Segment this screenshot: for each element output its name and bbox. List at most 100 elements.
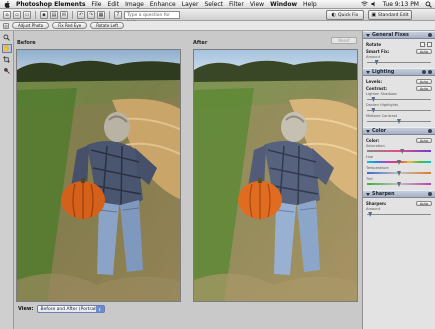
menubar-clock[interactable]: Tue 9:13 PM	[380, 1, 422, 8]
mail-icon[interactable]: ✉	[60, 10, 68, 19]
contrast-label: Contrast:	[366, 86, 388, 91]
temperature-slider[interactable]	[367, 171, 431, 176]
disclosure-triangle-icon	[366, 33, 370, 37]
smart-fix-amount-slider[interactable]	[367, 60, 431, 65]
lighting-body: Levels: Auto Contrast: Auto Lighten Shad…	[363, 76, 435, 127]
toolbar-separator	[109, 10, 110, 19]
palette-menu-icon[interactable]	[428, 33, 432, 37]
disclosure-triangle-icon	[366, 192, 370, 196]
help-icon[interactable]	[422, 70, 426, 74]
saturation-slider[interactable]	[367, 149, 431, 154]
general-fixes-title: General Fixes	[372, 32, 409, 38]
tool-preset-icon[interactable]: ◎	[3, 22, 9, 29]
view-selector-row: View: Before and After (Portrait) ⇕	[18, 305, 105, 313]
sharpen-label: Sharpen:	[366, 201, 387, 206]
menu-filter[interactable]: Filter	[226, 1, 247, 8]
menu-help[interactable]: Help	[300, 1, 320, 8]
options-bar: ◎ Adjust Photo Fix Red Eye Rotate Left	[0, 21, 435, 31]
disclosure-triangle-icon	[366, 70, 370, 74]
levels-label: Levels:	[366, 79, 382, 84]
menu-view[interactable]: View	[247, 1, 267, 8]
save-icon[interactable]: ▪	[40, 10, 48, 19]
color-title: Color	[372, 128, 387, 134]
color-body: Color: Auto Saturation Hue Temperature T…	[363, 135, 435, 190]
quick-fix-icon: ◐	[331, 12, 337, 18]
rotate-label: Rotate	[366, 42, 382, 47]
spotlight-icon[interactable]	[425, 1, 432, 8]
sharpen-header[interactable]: Sharpen	[363, 190, 435, 198]
before-photo[interactable]	[16, 49, 181, 302]
after-label: After	[193, 40, 208, 46]
select-arrows-icon: ⇕	[95, 306, 104, 312]
levels-auto-button[interactable]: Auto	[415, 79, 432, 84]
open-file-icon[interactable]: ▭	[23, 10, 31, 19]
menu-file[interactable]: File	[88, 1, 104, 8]
home-icon[interactable]: ⌂	[3, 10, 11, 19]
view-mode-select[interactable]: Before and After (Portrait) ⇕	[36, 305, 105, 313]
standard-edit-icon: ▣	[371, 12, 377, 18]
smart-fix-label: Smart Fix:	[366, 49, 390, 54]
quick-fix-workspace: Before After Reset View: Before and Afte…	[14, 31, 362, 329]
before-image	[17, 50, 180, 301]
print-icon[interactable]: ▤	[50, 10, 58, 19]
quick-fix-palette: General Fixes Rotate Smart Fix: Auto Amo…	[362, 31, 435, 329]
view-label: View:	[18, 306, 34, 312]
general-fixes-header[interactable]: General Fixes	[363, 31, 435, 39]
file-browser-icon[interactable]: ▦	[97, 10, 105, 19]
sharpen-auto-button[interactable]: Auto	[415, 201, 432, 206]
menu-window[interactable]: Window	[267, 1, 300, 8]
apple-icon[interactable]	[4, 0, 10, 8]
smart-fix-auto-button[interactable]: Auto	[415, 49, 432, 54]
redo-icon[interactable]: ↷	[87, 10, 95, 19]
view-mode-value: Before and After (Portrait)	[40, 306, 99, 312]
sharpen-amount-slider[interactable]	[367, 212, 431, 217]
tools-palette: ✋	[0, 31, 14, 329]
standard-edit-button[interactable]: ▣ Standard Edit	[368, 10, 412, 20]
zoom-tool-icon[interactable]	[2, 33, 12, 42]
palette-menu-icon[interactable]	[428, 70, 432, 74]
toolbar-separator	[35, 10, 36, 19]
fix-red-eye-button[interactable]: Fix Red Eye	[52, 22, 88, 29]
help-search-input[interactable]: Type a question for help	[124, 10, 180, 25]
help-icon[interactable]: ?	[114, 10, 122, 19]
tint-slider[interactable]	[367, 182, 431, 187]
disclosure-triangle-icon	[366, 129, 370, 133]
rotate-left-icon[interactable]	[420, 42, 425, 47]
lighting-header[interactable]: Lighting	[363, 68, 435, 76]
darken-highlights-slider[interactable]	[367, 108, 431, 113]
toolbar-separator	[72, 10, 73, 19]
volume-icon[interactable]	[371, 1, 377, 7]
contrast-auto-button[interactable]: Auto	[415, 86, 432, 91]
sharpen-title: Sharpen	[372, 191, 395, 197]
menubar-extras: Tue 9:13 PM	[360, 1, 435, 8]
rotate-right-icon[interactable]	[427, 42, 432, 47]
menu-select[interactable]: Select	[201, 1, 226, 8]
menu-layer[interactable]: Layer	[179, 1, 202, 8]
before-label: Before	[17, 40, 36, 46]
sharpen-body: Sharpen: Auto Amount	[363, 198, 435, 220]
quick-fix-button[interactable]: ◐ Quick Fix	[326, 10, 364, 20]
rotate-left-button[interactable]: Rotate Left	[90, 22, 125, 29]
quick-fix-label: Quick Fix	[338, 12, 359, 18]
undo-icon[interactable]: ↶	[77, 10, 85, 19]
color-header[interactable]: Color	[363, 127, 435, 135]
hand-tool-icon[interactable]: ✋	[1, 44, 12, 53]
midtone-contrast-slider[interactable]	[367, 119, 431, 124]
adjust-photo-button[interactable]: Adjust Photo	[12, 22, 50, 29]
new-file-icon[interactable]: ▫	[13, 10, 21, 19]
reset-button[interactable]: Reset	[331, 37, 357, 44]
lighten-shadows-slider[interactable]	[367, 97, 431, 102]
standard-edit-label: Standard Edit	[378, 12, 409, 18]
color-auto-button[interactable]: Auto	[415, 138, 432, 143]
menu-edit[interactable]: Edit	[104, 1, 122, 8]
menu-image[interactable]: Image	[122, 1, 147, 8]
red-eye-tool-icon[interactable]	[2, 66, 12, 75]
palette-menu-icon[interactable]	[428, 129, 432, 133]
hue-slider[interactable]	[367, 160, 431, 165]
crop-tool-icon[interactable]	[2, 55, 12, 64]
menu-enhance[interactable]: Enhance	[147, 1, 179, 8]
after-photo[interactable]	[193, 49, 358, 302]
airport-icon[interactable]	[360, 1, 368, 7]
palette-menu-icon[interactable]	[428, 192, 432, 196]
app-menu[interactable]: Photoshop Elements	[13, 1, 88, 8]
